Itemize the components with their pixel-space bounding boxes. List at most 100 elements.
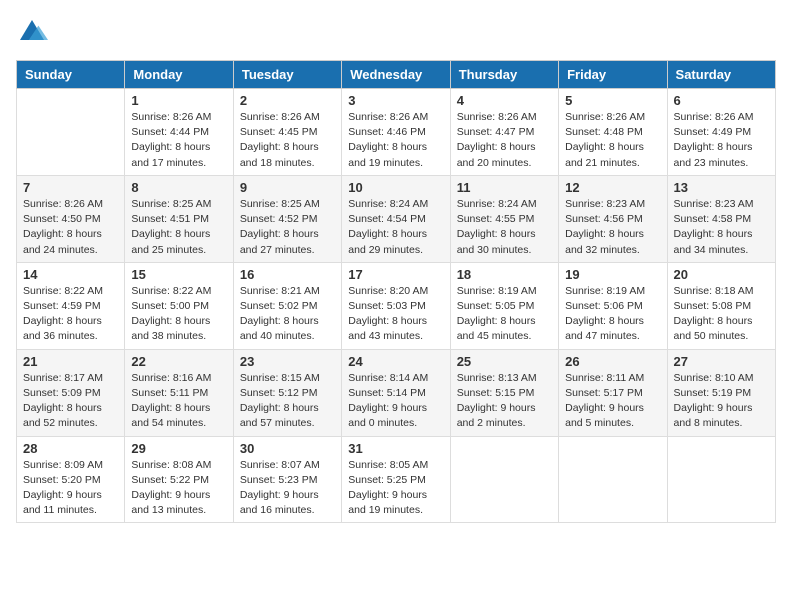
calendar-cell: 11 Sunrise: 8:24 AM Sunset: 4:55 PM Dayli…	[450, 175, 558, 262]
calendar-cell: 27 Sunrise: 8:10 AM Sunset: 5:19 PM Dayli…	[667, 349, 775, 436]
calendar-cell: 5 Sunrise: 8:26 AM Sunset: 4:48 PM Daylig…	[559, 89, 667, 176]
week-row-3: 14 Sunrise: 8:22 AM Sunset: 4:59 PM Dayli…	[17, 262, 776, 349]
day-info: Sunrise: 8:18 AM Sunset: 5:08 PM Dayligh…	[674, 284, 769, 345]
calendar-cell: 22 Sunrise: 8:16 AM Sunset: 5:11 PM Dayli…	[125, 349, 233, 436]
day-info: Sunrise: 8:13 AM Sunset: 5:15 PM Dayligh…	[457, 371, 552, 432]
day-info: Sunrise: 8:26 AM Sunset: 4:50 PM Dayligh…	[23, 197, 118, 258]
day-info: Sunrise: 8:15 AM Sunset: 5:12 PM Dayligh…	[240, 371, 335, 432]
calendar-cell	[450, 436, 558, 523]
day-info: Sunrise: 8:20 AM Sunset: 5:03 PM Dayligh…	[348, 284, 443, 345]
day-number: 13	[674, 180, 769, 195]
calendar-cell: 12Sunrise: 8:23 AM Sunset: 4:56 PM Dayli…	[559, 175, 667, 262]
calendar-cell: 1 Sunrise: 8:26 AM Sunset: 4:44 PM Daylig…	[125, 89, 233, 176]
calendar-cell: 28Sunrise: 8:09 AM Sunset: 5:20 PM Dayli…	[17, 436, 125, 523]
calendar-cell: 31 Sunrise: 8:05 AM Sunset: 5:25 PM Dayli…	[342, 436, 450, 523]
day-number: 30	[240, 441, 335, 456]
day-number: 15	[131, 267, 226, 282]
calendar-cell	[667, 436, 775, 523]
day-info: Sunrise: 8:22 AM Sunset: 4:59 PM Dayligh…	[23, 284, 118, 345]
calendar-cell: 25 Sunrise: 8:13 AM Sunset: 5:15 PM Dayli…	[450, 349, 558, 436]
calendar-cell: 16 Sunrise: 8:21 AM Sunset: 5:02 PM Dayli…	[233, 262, 341, 349]
day-info: Sunrise: 8:08 AM Sunset: 5:22 PM Dayligh…	[131, 458, 226, 519]
day-number: 19	[565, 267, 660, 282]
day-number: 25	[457, 354, 552, 369]
calendar-cell: 21 Sunrise: 8:17 AM Sunset: 5:09 PM Dayli…	[17, 349, 125, 436]
week-row-2: 7 Sunrise: 8:26 AM Sunset: 4:50 PM Daylig…	[17, 175, 776, 262]
day-number: 28	[23, 441, 118, 456]
calendar-cell: 17 Sunrise: 8:20 AM Sunset: 5:03 PM Dayli…	[342, 262, 450, 349]
calendar-cell: 10Sunrise: 8:24 AM Sunset: 4:54 PM Dayli…	[342, 175, 450, 262]
day-info: Sunrise: 8:23 AM Sunset: 4:58 PM Dayligh…	[674, 197, 769, 258]
calendar-cell: 4Sunrise: 8:26 AM Sunset: 4:47 PM Daylig…	[450, 89, 558, 176]
calendar-cell: 20 Sunrise: 8:18 AM Sunset: 5:08 PM Dayli…	[667, 262, 775, 349]
day-info: Sunrise: 8:21 AM Sunset: 5:02 PM Dayligh…	[240, 284, 335, 345]
week-row-4: 21 Sunrise: 8:17 AM Sunset: 5:09 PM Dayli…	[17, 349, 776, 436]
day-info: Sunrise: 8:24 AM Sunset: 4:55 PM Dayligh…	[457, 197, 552, 258]
calendar-cell: 8 Sunrise: 8:25 AM Sunset: 4:51 PM Daylig…	[125, 175, 233, 262]
day-number: 6	[674, 93, 769, 108]
header-friday: Friday	[559, 61, 667, 89]
calendar-cell: 9Sunrise: 8:25 AM Sunset: 4:52 PM Daylig…	[233, 175, 341, 262]
day-number: 26	[565, 354, 660, 369]
day-info: Sunrise: 8:26 AM Sunset: 4:44 PM Dayligh…	[131, 110, 226, 171]
calendar-cell: 14 Sunrise: 8:22 AM Sunset: 4:59 PM Dayli…	[17, 262, 125, 349]
week-row-1: 1 Sunrise: 8:26 AM Sunset: 4:44 PM Daylig…	[17, 89, 776, 176]
day-number: 5	[565, 93, 660, 108]
day-number: 17	[348, 267, 443, 282]
header-monday: Monday	[125, 61, 233, 89]
day-number: 20	[674, 267, 769, 282]
day-number: 23	[240, 354, 335, 369]
calendar-cell: 19 Sunrise: 8:19 AM Sunset: 5:06 PM Dayli…	[559, 262, 667, 349]
logo-icon	[16, 16, 48, 48]
day-info: Sunrise: 8:25 AM Sunset: 4:52 PM Dayligh…	[240, 197, 335, 258]
calendar-cell	[559, 436, 667, 523]
day-number: 11	[457, 180, 552, 195]
day-number: 21	[23, 354, 118, 369]
day-info: Sunrise: 8:23 AM Sunset: 4:56 PM Dayligh…	[565, 197, 660, 258]
calendar-header-row: Sunday Monday Tuesday Wednesday Thursday…	[17, 61, 776, 89]
day-info: Sunrise: 8:19 AM Sunset: 5:06 PM Dayligh…	[565, 284, 660, 345]
day-number: 24	[348, 354, 443, 369]
calendar-cell: 13 Sunrise: 8:23 AM Sunset: 4:58 PM Dayli…	[667, 175, 775, 262]
day-info: Sunrise: 8:16 AM Sunset: 5:11 PM Dayligh…	[131, 371, 226, 432]
header-wednesday: Wednesday	[342, 61, 450, 89]
page-header	[16, 16, 776, 48]
day-number: 1	[131, 93, 226, 108]
day-info: Sunrise: 8:05 AM Sunset: 5:25 PM Dayligh…	[348, 458, 443, 519]
day-number: 16	[240, 267, 335, 282]
day-number: 22	[131, 354, 226, 369]
day-info: Sunrise: 8:10 AM Sunset: 5:19 PM Dayligh…	[674, 371, 769, 432]
day-number: 18	[457, 267, 552, 282]
day-number: 14	[23, 267, 118, 282]
day-info: Sunrise: 8:26 AM Sunset: 4:46 PM Dayligh…	[348, 110, 443, 171]
day-info: Sunrise: 8:26 AM Sunset: 4:48 PM Dayligh…	[565, 110, 660, 171]
header-tuesday: Tuesday	[233, 61, 341, 89]
day-info: Sunrise: 8:17 AM Sunset: 5:09 PM Dayligh…	[23, 371, 118, 432]
day-number: 7	[23, 180, 118, 195]
day-number: 4	[457, 93, 552, 108]
day-number: 3	[348, 93, 443, 108]
day-info: Sunrise: 8:26 AM Sunset: 4:49 PM Dayligh…	[674, 110, 769, 171]
day-info: Sunrise: 8:07 AM Sunset: 5:23 PM Dayligh…	[240, 458, 335, 519]
calendar-table: Sunday Monday Tuesday Wednesday Thursday…	[16, 60, 776, 523]
day-info: Sunrise: 8:19 AM Sunset: 5:05 PM Dayligh…	[457, 284, 552, 345]
calendar-cell: 23 Sunrise: 8:15 AM Sunset: 5:12 PM Dayli…	[233, 349, 341, 436]
header-sunday: Sunday	[17, 61, 125, 89]
day-number: 31	[348, 441, 443, 456]
calendar-cell: 15Sunrise: 8:22 AM Sunset: 5:00 PM Dayli…	[125, 262, 233, 349]
day-info: Sunrise: 8:25 AM Sunset: 4:51 PM Dayligh…	[131, 197, 226, 258]
day-info: Sunrise: 8:14 AM Sunset: 5:14 PM Dayligh…	[348, 371, 443, 432]
calendar-cell: 30 Sunrise: 8:07 AM Sunset: 5:23 PM Dayli…	[233, 436, 341, 523]
calendar-cell: 18 Sunrise: 8:19 AM Sunset: 5:05 PM Dayli…	[450, 262, 558, 349]
day-number: 8	[131, 180, 226, 195]
calendar-cell: 3 Sunrise: 8:26 AM Sunset: 4:46 PM Daylig…	[342, 89, 450, 176]
day-number: 27	[674, 354, 769, 369]
calendar-cell: 26Sunrise: 8:11 AM Sunset: 5:17 PM Dayli…	[559, 349, 667, 436]
calendar-cell: 24 Sunrise: 8:14 AM Sunset: 5:14 PM Dayli…	[342, 349, 450, 436]
calendar-cell: 2Sunrise: 8:26 AM Sunset: 4:45 PM Daylig…	[233, 89, 341, 176]
day-number: 29	[131, 441, 226, 456]
calendar-cell: 6 Sunrise: 8:26 AM Sunset: 4:49 PM Daylig…	[667, 89, 775, 176]
day-number: 2	[240, 93, 335, 108]
calendar-cell: 7 Sunrise: 8:26 AM Sunset: 4:50 PM Daylig…	[17, 175, 125, 262]
header-saturday: Saturday	[667, 61, 775, 89]
